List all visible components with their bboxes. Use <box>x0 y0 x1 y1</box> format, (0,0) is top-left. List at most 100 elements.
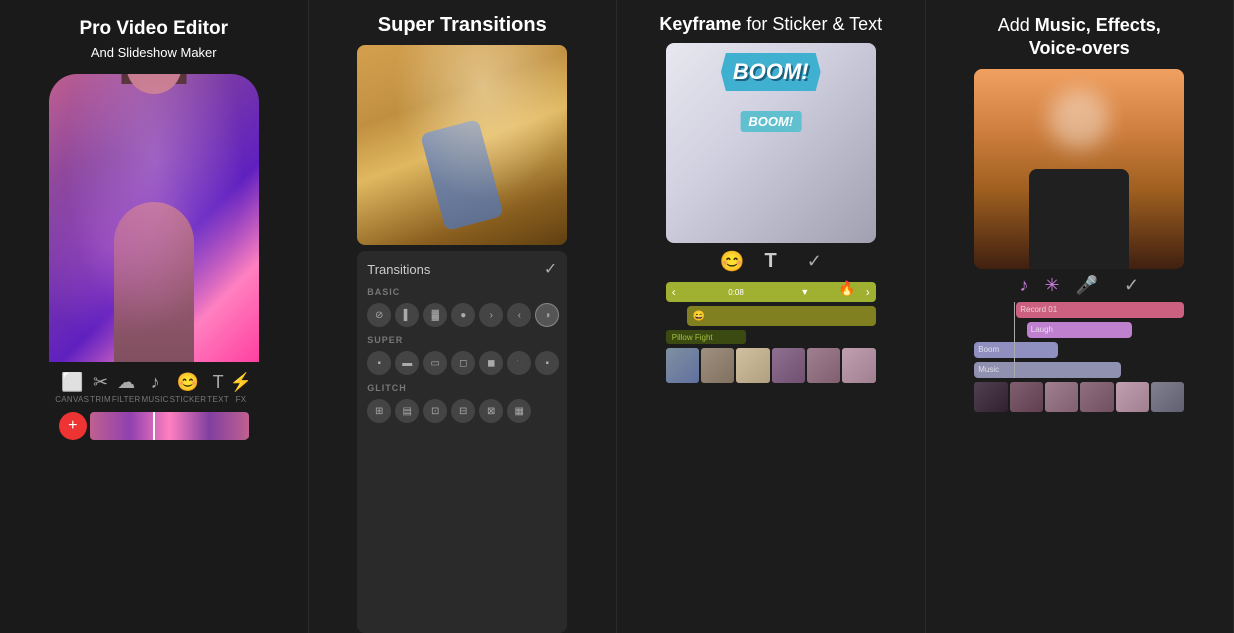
panel-pro-editor: Pro Video Editor And Slideshow Maker ⬜ C… <box>0 0 309 633</box>
effects-icon[interactable]: ✳ <box>1044 275 1059 296</box>
panel2-title: Super Transitions <box>378 14 547 37</box>
glitch-4[interactable]: ⊟ <box>451 399 475 423</box>
basic-grid: ⊘ ▌ ▓ ● › ‹ ◑ <box>367 303 557 327</box>
section-basic: BASIC <box>367 287 557 297</box>
canvas-icon: ⬜ <box>61 372 83 393</box>
toolbar-fx[interactable]: ⚡ FX <box>230 372 252 404</box>
kf-thumb-4 <box>772 348 805 383</box>
track-record[interactable]: Record 01 <box>1016 302 1184 318</box>
panel-transitions: Super Transitions Transitions ✓ BASIC ⊘ … <box>309 0 618 633</box>
toolbar-trim[interactable]: ✂ TRIM <box>90 372 111 404</box>
skater-figure <box>420 119 504 231</box>
panel4-title: Add Music, Effects, Voice-overs <box>998 14 1161 61</box>
kf-track-2[interactable]: 😄 <box>687 306 876 326</box>
add-button[interactable]: + <box>59 412 87 440</box>
panel3-title-area: Keyframe for Sticker & Text <box>643 0 898 43</box>
boom-sticker-1: BOOM! <box>721 53 821 91</box>
music-check-icon[interactable]: ✓ <box>1124 275 1139 296</box>
check-icon[interactable]: ✓ <box>544 259 557 279</box>
transitions-label: Transitions <box>367 262 430 277</box>
canvas-label: CANVAS <box>55 395 89 404</box>
trans-fade[interactable]: ▌ <box>395 303 419 327</box>
track-boom[interactable]: Boom <box>974 342 1058 358</box>
super-4[interactable]: ◻ <box>451 351 475 375</box>
panel3-title: Keyframe for Sticker & Text <box>659 14 882 35</box>
mic-icon[interactable]: 🎤 <box>1076 275 1098 296</box>
sticker-icon: 😊 <box>177 372 199 393</box>
super-7[interactable]: ▪ <box>535 351 559 375</box>
toolbar-filter[interactable]: ☁ FILTER <box>112 372 141 404</box>
trans-blur[interactable]: ▓ <box>423 303 447 327</box>
track-duration: 0:08 <box>728 288 744 297</box>
skater-image <box>357 45 567 245</box>
toolbar-icons-row: ⬜ CANVAS ✂ TRIM ☁ FILTER ♪ MUSIC <box>53 368 255 408</box>
toolbar-sticker[interactable]: 😊 STICKER <box>170 372 207 404</box>
glitch-3[interactable]: ⊡ <box>423 399 447 423</box>
trim-label: TRIM <box>90 395 111 404</box>
boom-label: Boom <box>978 345 999 354</box>
kf-thumb-6 <box>842 348 875 383</box>
kf-track-area: ‹ 0:08 ▼ › 🔥 😄 Pillow Fight <box>666 282 876 383</box>
emoji-icon[interactable]: 😊 <box>720 249 745 274</box>
super-grid: ▪ ▬ ▭ ◻ ◼ ◾ ▪ <box>367 351 557 375</box>
music-thumb-1 <box>974 382 1007 412</box>
toolbar-canvas[interactable]: ⬜ CANVAS <box>55 372 89 404</box>
text-kf-icon[interactable]: T <box>765 250 777 273</box>
track-music[interactable]: Music <box>974 362 1121 378</box>
trans-circle[interactable]: ● <box>451 303 475 327</box>
music-label-track: Music <box>978 365 999 374</box>
filmstrip[interactable] <box>90 412 249 440</box>
panel1-toolbar: ⬜ CANVAS ✂ TRIM ☁ FILTER ♪ MUSIC <box>49 362 259 443</box>
transitions-panel: Transitions ✓ BASIC ⊘ ▌ ▓ ● › ‹ ◑ SUPER … <box>357 251 567 633</box>
toolbar-text[interactable]: T TEXT <box>207 372 229 404</box>
panel-keyframe: Keyframe for Sticker & Text BOOM! BOOM! … <box>617 0 926 633</box>
music-thumb-4 <box>1080 382 1113 412</box>
text-label: TEXT <box>207 395 229 404</box>
kf-check-icon[interactable]: ✓ <box>807 251 822 272</box>
bold-line2: Voice-overs <box>1029 38 1130 58</box>
panel2-title-area: Super Transitions <box>362 0 563 45</box>
panel3-title-bold: Keyframe <box>659 14 741 34</box>
hair <box>121 74 186 84</box>
super-5[interactable]: ◼ <box>479 351 503 375</box>
music-thumb-2 <box>1010 382 1043 412</box>
trans-none[interactable]: ⊘ <box>367 303 391 327</box>
kf-thumb-5 <box>807 348 840 383</box>
bold-line1: Music, Effects, <box>1035 15 1161 35</box>
arrow-right-icon: › <box>866 285 870 299</box>
fx-label: FX <box>236 395 247 404</box>
panel1-title: Pro Video Editor And Slideshow Maker <box>79 18 228 64</box>
trans-selected[interactable]: ◑ <box>535 303 559 327</box>
music-timeline: ♪ ✳ 🎤 ✓ Record 01 Laugh Boom Music <box>974 275 1184 633</box>
super-1[interactable]: ▪ <box>367 351 391 375</box>
glitch-2[interactable]: ▤ <box>395 399 419 423</box>
glitch-6[interactable]: ▦ <box>507 399 531 423</box>
music-note-icon[interactable]: ♪ <box>1019 275 1028 296</box>
panel1-phone-frame: ⬜ CANVAS ✂ TRIM ☁ FILTER ♪ MUSIC <box>49 74 259 444</box>
trans-left[interactable]: ‹ <box>507 303 531 327</box>
kf-thumb-2 <box>701 348 734 383</box>
music-thumb-5 <box>1116 382 1149 412</box>
panel-music: Add Music, Effects, Voice-overs ♪ ✳ 🎤 ✓ … <box>926 0 1234 633</box>
music-thumbnails <box>974 382 1184 412</box>
trans-right[interactable]: › <box>479 303 503 327</box>
super-3[interactable]: ▭ <box>423 351 447 375</box>
girl-image <box>49 74 259 363</box>
kf-track-1[interactable]: ‹ 0:08 ▼ › 🔥 <box>666 282 876 302</box>
fx-icon: ⚡ <box>230 372 252 393</box>
kf-icons-row: 😊 T ✓ <box>666 249 876 274</box>
timeline-line <box>1014 302 1015 378</box>
track-laugh[interactable]: Laugh <box>1027 322 1132 338</box>
kf-thumb-3 <box>736 348 769 383</box>
music-toolbar-icon: ♪ <box>151 372 160 393</box>
panel1-title-area: Pro Video Editor And Slideshow Maker <box>63 0 244 74</box>
glitch-5[interactable]: ⊠ <box>479 399 503 423</box>
super-2[interactable]: ▬ <box>395 351 419 375</box>
phone-hands <box>1029 169 1129 269</box>
glitch-1[interactable]: ⊞ <box>367 399 391 423</box>
keyframe-timeline: 😊 T ✓ ‹ 0:08 ▼ › 🔥 😄 Pillow Fight <box>666 249 876 633</box>
kf-thumbnails <box>666 348 876 383</box>
super-6[interactable]: ◾ <box>507 351 531 375</box>
toolbar-music[interactable]: ♪ MUSIC <box>141 372 168 404</box>
music-thumb-3 <box>1045 382 1078 412</box>
